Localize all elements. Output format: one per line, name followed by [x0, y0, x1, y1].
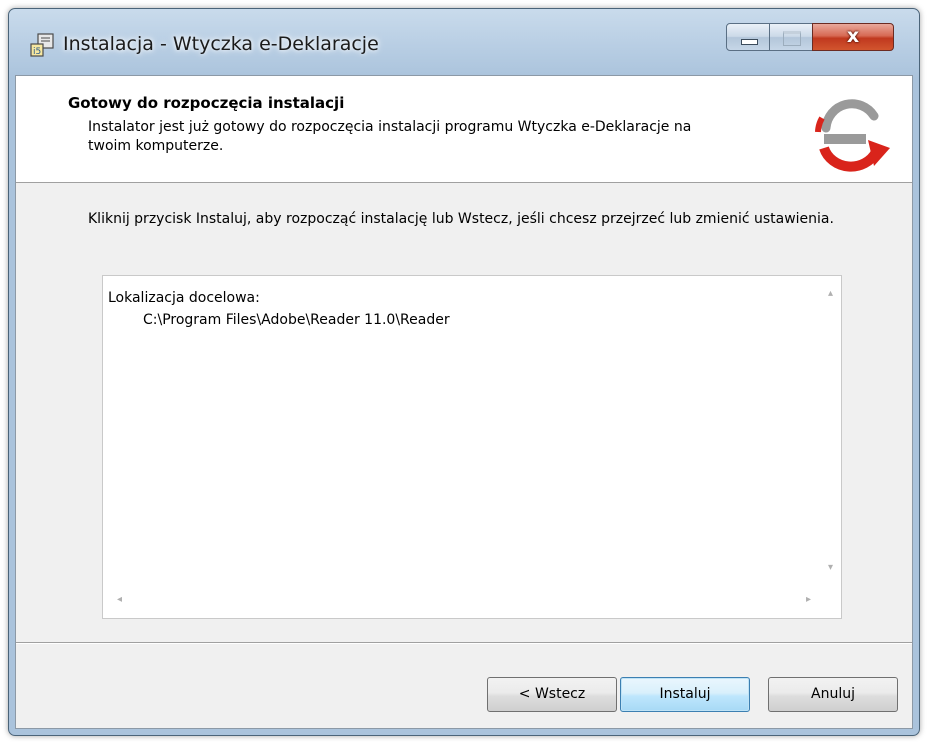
back-button[interactable]: < Wstecz — [487, 677, 617, 712]
scroll-right-icon[interactable]: ▸ — [806, 594, 811, 605]
close-icon: x — [846, 25, 860, 47]
close-button[interactable]: x — [812, 23, 894, 51]
title-bar[interactable]: i5 Instalacja - Wtyczka e-Deklaracje x — [9, 9, 919, 75]
bottom-divider — [16, 642, 912, 644]
wizard-header: Gotowy do rozpoczęcia instalacji Instala… — [16, 76, 912, 183]
svg-text:i5: i5 — [33, 47, 41, 57]
destination-path: C:\Program Files\Adobe\Reader 11.0\Reade… — [143, 312, 450, 328]
minimize-button[interactable] — [726, 23, 770, 51]
window-title: Instalacja - Wtyczka e-Deklaracje — [63, 33, 379, 55]
instruction-text: Kliknij przycisk Instaluj, aby rozpocząć… — [88, 211, 834, 227]
page-title: Gotowy do rozpoczęcia instalacji — [68, 94, 345, 112]
destination-label: Lokalizacja docelowa: — [108, 290, 260, 306]
scroll-left-icon[interactable]: ◂ — [117, 594, 122, 605]
install-button[interactable]: Instaluj — [620, 677, 750, 712]
installer-app-icon: i5 — [30, 33, 54, 57]
maximize-icon — [783, 31, 801, 46]
cancel-button[interactable]: Anuluj — [768, 677, 898, 712]
e-deklaracje-logo-icon — [815, 99, 890, 172]
wizard-client-area: Gotowy do rozpoczęcia instalacji Instala… — [15, 75, 913, 729]
maximize-button[interactable] — [769, 23, 813, 51]
scroll-down-icon[interactable]: ▾ — [828, 562, 833, 573]
installer-window: i5 Instalacja - Wtyczka e-Deklaracje x G… — [8, 8, 920, 736]
summary-memo[interactable]: Lokalizacja docelowa: C:\Program Files\A… — [102, 275, 842, 619]
page-description: Instalator jest już gotowy do rozpoczęci… — [88, 119, 692, 154]
scroll-up-icon[interactable]: ▴ — [828, 288, 833, 299]
minimize-icon — [741, 39, 758, 45]
